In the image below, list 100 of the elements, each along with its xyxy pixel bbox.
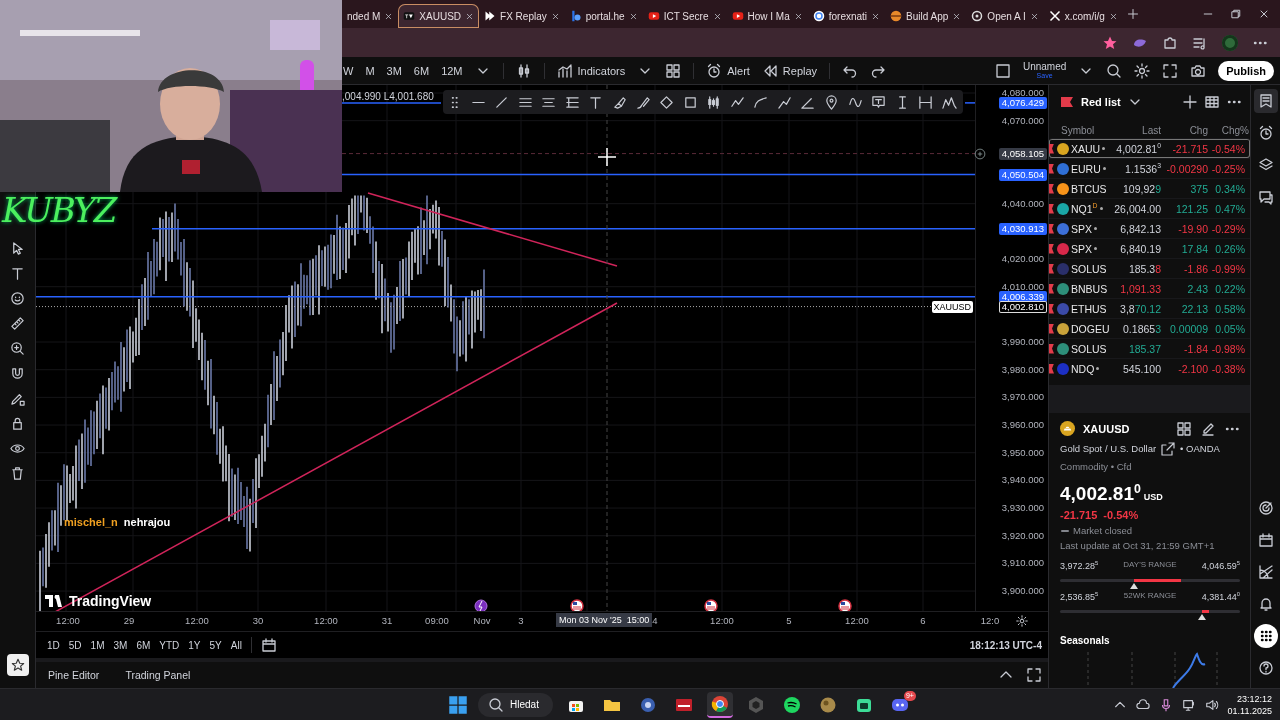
settings-icon[interactable] [1016, 615, 1028, 628]
clock-date[interactable]: 01.11.2025 [1227, 704, 1272, 717]
flag-icon[interactable] [704, 599, 718, 612]
brush-icon[interactable] [635, 94, 651, 110]
browser-tab[interactable]: Open A I [966, 4, 1044, 28]
range-button[interactable]: 3M [113, 639, 128, 651]
close-icon[interactable] [1108, 11, 1118, 21]
maximize-icon[interactable] [1026, 667, 1042, 683]
interval-button[interactable]: M [365, 64, 375, 77]
favorite-button[interactable] [6, 654, 29, 676]
text-note-icon[interactable] [871, 94, 887, 110]
watchlist-row[interactable]: XAUU 4,002.81$^{0}$ -21.715 -0.54% [1049, 138, 1250, 158]
close-icon[interactable] [550, 11, 560, 21]
trend-line-icon[interactable] [494, 94, 510, 110]
search-field[interactable]: Hledat [478, 692, 553, 717]
diamond-icon[interactable] [659, 94, 675, 110]
range-button[interactable]: 1Y [188, 639, 201, 651]
pattern-icon[interactable] [941, 94, 957, 110]
browser-tab[interactable]: x.com/i/g [1043, 4, 1123, 28]
range-button[interactable]: 5Y [209, 639, 222, 651]
taskbar-app[interactable] [706, 691, 733, 718]
watchlist-row[interactable]: SOLUS 185.37 -1.84 -0.98% [1049, 338, 1250, 358]
date-range-icon[interactable] [260, 637, 277, 654]
fib-levels-icon[interactable] [564, 94, 580, 110]
column-header[interactable]: Symbol [1055, 124, 1111, 136]
alert-button[interactable]: Alert [706, 62, 750, 79]
text-tool-icon[interactable] [10, 266, 25, 281]
close-icon[interactable] [952, 11, 962, 21]
ruler-icon[interactable] [10, 316, 25, 331]
close-icon[interactable] [793, 11, 803, 21]
layout-icon[interactable] [1176, 420, 1192, 437]
eye-icon[interactable] [10, 441, 25, 456]
cursor-icon[interactable] [10, 241, 25, 256]
watchlist-row[interactable]: BTCUS 109,929 375 0.34% [1049, 178, 1250, 198]
browser-tab[interactable]: forexnati [807, 4, 886, 28]
flag-icon[interactable] [570, 599, 584, 612]
range-button[interactable]: 6M [136, 639, 151, 651]
indicators-button[interactable]: Indicators [556, 62, 626, 79]
browser-tab[interactable]: FX Replay [479, 4, 565, 28]
checkbox-icon[interactable] [994, 62, 1011, 79]
close-icon[interactable] [871, 11, 881, 21]
interval-button[interactable]: W [343, 64, 354, 77]
zoom-icon[interactable] [10, 341, 25, 356]
close-icon[interactable] [1029, 11, 1039, 21]
range-button[interactable]: YTD [159, 639, 180, 651]
interval-button[interactable]: 3M [386, 64, 402, 77]
watchlist-row[interactable]: SOLUS 185.38 -1.86 -0.99% [1049, 258, 1250, 278]
candles-icon[interactable] [706, 94, 722, 110]
templates-icon[interactable] [665, 62, 682, 79]
camera-icon[interactable] [1190, 62, 1207, 79]
column-header[interactable]: Chg [1161, 124, 1208, 136]
browser-tab[interactable]: nded M [342, 4, 399, 28]
interval-button[interactable]: 6M [413, 64, 430, 77]
smiley-icon[interactable] [10, 291, 25, 306]
rectangle-icon[interactable] [682, 94, 698, 110]
network-icon[interactable] [1181, 697, 1196, 712]
price-line[interactable] [341, 173, 976, 176]
column-header[interactable]: Last [1111, 124, 1161, 136]
date-range-icon[interactable] [918, 94, 934, 110]
watchlist-row[interactable]: NDQ 545.100 -2.100 -0.38% [1049, 358, 1250, 378]
price-line[interactable] [964, 102, 976, 104]
watchlist-row[interactable]: ETHUS 3,870.12 22.13 0.58% [1049, 298, 1250, 318]
sidebar-button[interactable] [1253, 89, 1278, 113]
close-icon[interactable] [712, 11, 722, 21]
lock-icon[interactable] [10, 416, 25, 431]
restore-icon[interactable] [1230, 8, 1242, 20]
magnet-icon[interactable] [10, 366, 25, 381]
price-label[interactable]: 4,050.504 [998, 168, 1047, 181]
close-icon[interactable] [1258, 8, 1270, 20]
price-label[interactable]: 4,006.339 [998, 290, 1047, 303]
column-header[interactable]: Chg% [1208, 124, 1249, 136]
range-button[interactable]: 1D [47, 639, 60, 651]
trash-icon[interactable] [10, 466, 25, 481]
watchlist-row[interactable]: SPX 6,842.13 -19.90 -0.29% [1049, 218, 1250, 238]
layout-name[interactable]: Unnamed [1022, 62, 1067, 72]
browser-tab[interactable]: XAUUSD [398, 4, 480, 28]
highlighter-icon[interactable] [611, 94, 627, 110]
pencil-icon[interactable] [10, 391, 25, 406]
cloud-icon[interactable] [1135, 697, 1150, 712]
text-tool-icon[interactable] [588, 94, 604, 110]
watchlist-row[interactable]: BNBUS 1,091.33 2.43 0.22% [1049, 278, 1250, 298]
range-button[interactable]: All [230, 639, 242, 651]
price-label[interactable]: 4,076.429 [998, 96, 1047, 109]
watchlist-title[interactable]: Red list [1081, 95, 1121, 108]
range-button[interactable]: 1M [90, 639, 105, 651]
watchlist-row[interactable]: NQ1$^{D}$ 26,004.00 121.25 0.47% [1049, 198, 1250, 218]
pin-icon[interactable] [824, 94, 839, 110]
close-icon[interactable] [465, 11, 475, 21]
panel-tab[interactable]: Trading Panel [125, 669, 191, 681]
search-icon[interactable] [1106, 62, 1123, 79]
browser-tab[interactable]: ICT Secre [642, 4, 727, 28]
external-link-icon[interactable] [1160, 440, 1177, 457]
clock-time[interactable]: 23:12:12 [1236, 692, 1272, 705]
price-label[interactable]: 4,030.913 [998, 222, 1047, 235]
panel-tab[interactable]: Pine Editor [48, 669, 100, 681]
lightning-icon[interactable] [474, 599, 488, 612]
interval-button[interactable]: 12M [441, 64, 463, 77]
path-icon[interactable] [776, 94, 792, 110]
flag-icon[interactable] [838, 599, 852, 612]
close-icon[interactable] [384, 11, 394, 21]
